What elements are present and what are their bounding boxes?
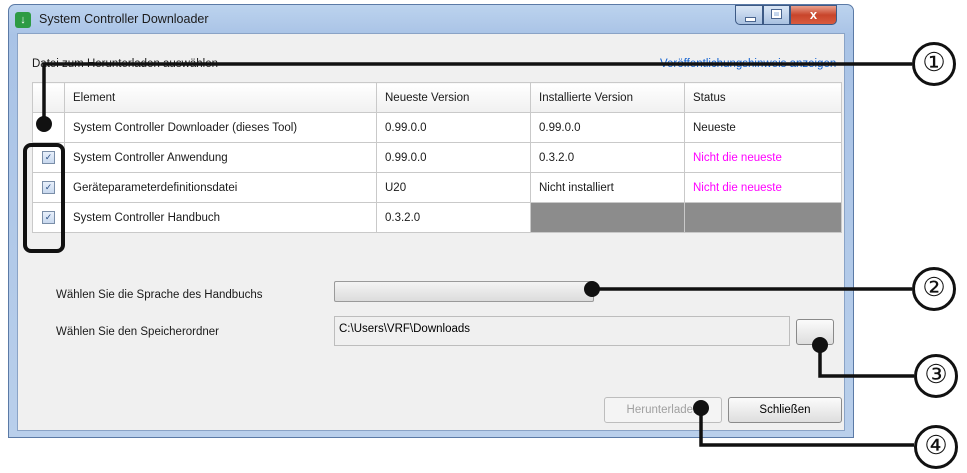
installed-version-cell: Nicht installiert (530, 172, 685, 203)
row-checkbox-cell (32, 112, 65, 143)
column-header-status[interactable]: Status (684, 82, 842, 113)
checkbox-column-header (32, 82, 65, 113)
close-icon: x (809, 7, 818, 22)
folder-label: Wählen Sie den Speicherordner (56, 326, 220, 338)
table-row[interactable]: System Controller Downloader (dieses Too… (32, 112, 842, 143)
release-notes-link[interactable]: Veröffentlichungshinweis anzeigen (660, 58, 836, 70)
close-button[interactable]: Schließen (728, 397, 842, 423)
download-button[interactable]: Herunterladen (604, 397, 722, 423)
title-bar[interactable]: ↓ System Controller Downloader x (9, 5, 853, 33)
column-header-latest[interactable]: Neueste Version (376, 82, 531, 113)
window-close-button[interactable]: x (790, 5, 837, 25)
element-cell: System Controller Anwendung (64, 142, 377, 173)
element-cell: System Controller Downloader (dieses Too… (64, 112, 377, 143)
table-row[interactable]: ✓ Geräteparameterdefinitionsdatei U20 Ni… (32, 172, 842, 203)
select-file-label: Datei zum Herunterladen auswählen (32, 58, 219, 70)
element-cell: Geräteparameterdefinitionsdatei (64, 172, 377, 203)
installed-version-cell: 0.3.2.0 (530, 142, 685, 173)
installed-version-cell (530, 202, 685, 233)
callout-2-badge: ② (912, 267, 956, 311)
manual-language-dropdown[interactable] (334, 281, 594, 302)
app-window: ↓ System Controller Downloader x Datei z… (8, 4, 854, 438)
table-row[interactable]: ✓ System Controller Handbuch 0.3.2.0 (32, 202, 842, 233)
callout-1-badge: ① (912, 42, 956, 86)
status-cell: Nicht die neueste (684, 172, 842, 203)
callout-4-badge: ④ (914, 425, 958, 469)
checkbox-column-highlight (23, 143, 65, 253)
file-table: Element Neueste Version Installierte Ver… (32, 82, 842, 233)
window-title: System Controller Downloader (39, 12, 209, 26)
status-cell (684, 202, 842, 233)
element-cell: System Controller Handbuch (64, 202, 377, 233)
latest-version-cell: 0.3.2.0 (376, 202, 531, 233)
column-header-element[interactable]: Element (64, 82, 377, 113)
dialog-body: Datei zum Herunterladen auswählen Veröff… (17, 33, 845, 431)
browse-folder-button[interactable] (796, 319, 834, 345)
maximize-icon (771, 9, 782, 19)
latest-version-cell: U20 (376, 172, 531, 203)
minimize-button[interactable] (735, 5, 763, 25)
status-cell: Neueste (684, 112, 842, 143)
latest-version-cell: 0.99.0.0 (376, 142, 531, 173)
save-folder-field[interactable]: C:\Users\VRF\Downloads (334, 316, 790, 346)
minimize-icon (745, 17, 756, 22)
table-row[interactable]: ✓ System Controller Anwendung 0.99.0.0 0… (32, 142, 842, 173)
status-cell: Nicht die neueste (684, 142, 842, 173)
language-label: Wählen Sie die Sprache des Handbuchs (56, 289, 263, 301)
download-arrow-icon: ↓ (15, 12, 31, 28)
callout-3-badge: ③ (914, 354, 958, 398)
table-header-row: Element Neueste Version Installierte Ver… (32, 82, 842, 113)
column-header-installed[interactable]: Installierte Version (530, 82, 685, 113)
installed-version-cell: 0.99.0.0 (530, 112, 685, 143)
latest-version-cell: 0.99.0.0 (376, 112, 531, 143)
maximize-button[interactable] (763, 5, 790, 25)
